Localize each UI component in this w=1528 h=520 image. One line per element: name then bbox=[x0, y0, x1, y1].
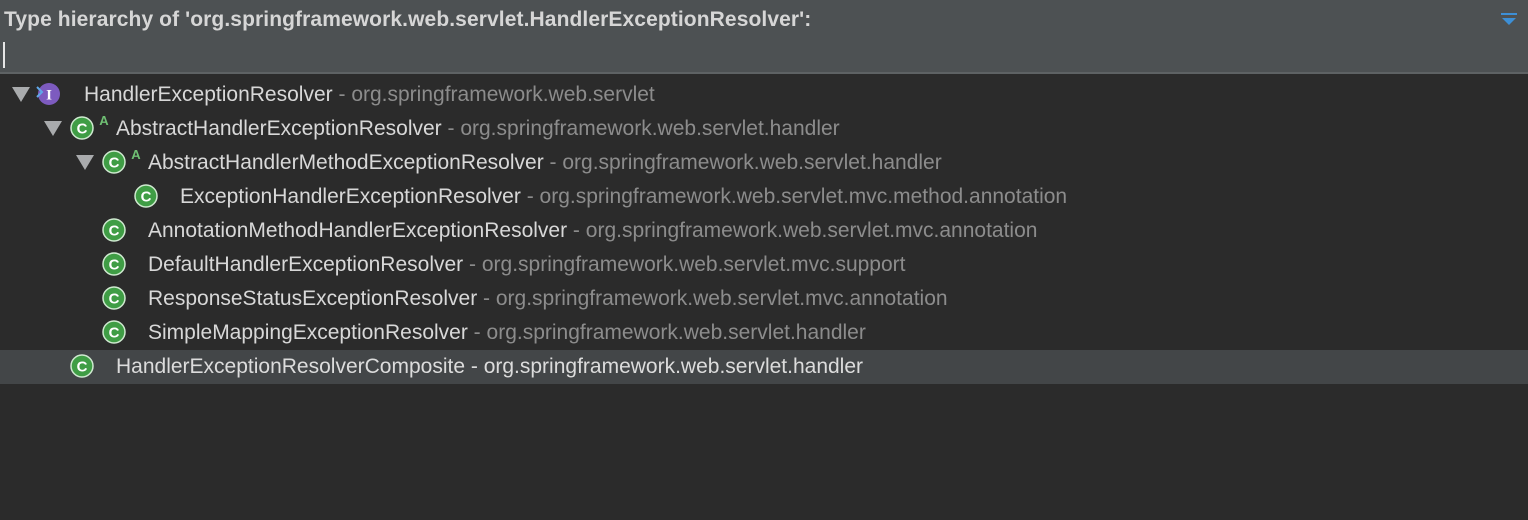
svg-text:C: C bbox=[109, 291, 120, 308]
tree-row-response-status-exception-resolver[interactable]: C ResponseStatusExceptionResolver - org.… bbox=[0, 282, 1528, 316]
tree-row-abstract-handler-method-exception-resolver[interactable]: C A AbstractHandlerMethodExceptionResolv… bbox=[0, 146, 1528, 180]
separator: - bbox=[543, 151, 563, 174]
class-name: HandlerExceptionResolver bbox=[84, 83, 333, 106]
package-name: org.springframework.web.servlet.mvc.meth… bbox=[539, 185, 1068, 208]
tree-row-handler-exception-resolver[interactable]: I HandlerExceptionResolver - org.springf… bbox=[0, 78, 1528, 112]
separator: - bbox=[465, 355, 484, 378]
tree-row-label: HandlerExceptionResolverComposite - org.… bbox=[116, 354, 863, 380]
svg-text:A: A bbox=[99, 113, 109, 128]
class-name: DefaultHandlerExceptionResolver bbox=[148, 253, 464, 276]
search-input[interactable] bbox=[0, 38, 1528, 72]
separator: - bbox=[463, 253, 482, 276]
popup-header: Type hierarchy of 'org.springframework.w… bbox=[0, 0, 1528, 74]
class-name: AnnotationMethodHandlerExceptionResolver bbox=[148, 219, 568, 242]
separator: - bbox=[441, 117, 461, 140]
package-name: org.springframework.web.servlet.mvc.supp… bbox=[481, 253, 906, 276]
text-caret bbox=[3, 42, 5, 68]
popup-title: Type hierarchy of 'org.springframework.w… bbox=[4, 8, 812, 31]
hierarchy-tree[interactable]: I HandlerExceptionResolver - org.springf… bbox=[0, 74, 1528, 384]
tree-row-handler-exception-resolver-composite[interactable]: C HandlerExceptionResolverComposite - or… bbox=[0, 350, 1528, 384]
class-name: ExceptionHandlerExceptionResolver bbox=[180, 185, 521, 208]
class-name: HandlerExceptionResolverComposite bbox=[116, 355, 466, 378]
expand-arrow-icon[interactable] bbox=[44, 121, 62, 136]
tree-row-simple-mapping-exception-resolver[interactable]: C SimpleMappingExceptionResolver - org.s… bbox=[0, 316, 1528, 350]
chevron-down-icon[interactable] bbox=[1500, 12, 1518, 26]
class-icon: C bbox=[102, 252, 126, 276]
svg-text:C: C bbox=[109, 325, 120, 342]
svg-text:C: C bbox=[77, 121, 88, 138]
package-name: org.springframework.web.servlet.handler bbox=[483, 355, 864, 378]
class-icon: C bbox=[70, 116, 94, 140]
separator: - bbox=[332, 83, 352, 106]
expand-arrow-icon[interactable] bbox=[76, 155, 94, 170]
expand-arrow-icon[interactable] bbox=[12, 87, 30, 102]
svg-text:A: A bbox=[131, 147, 141, 162]
class-icon: C bbox=[70, 354, 94, 378]
svg-text:C: C bbox=[141, 189, 152, 206]
package-name: org.springframework.web.servlet.handler bbox=[486, 321, 866, 344]
package-name: org.springframework.web.servlet.handler bbox=[460, 117, 840, 140]
separator: - bbox=[520, 185, 540, 208]
tree-row-label: HandlerExceptionResolver - org.springfra… bbox=[84, 82, 655, 108]
tree-row-exception-handler-exception-resolver[interactable]: C ExceptionHandlerExceptionResolver - or… bbox=[0, 180, 1528, 214]
class-icon: C bbox=[102, 286, 126, 310]
svg-text:C: C bbox=[109, 155, 120, 172]
svg-text:C: C bbox=[109, 257, 120, 274]
class-name: SimpleMappingExceptionResolver bbox=[148, 321, 468, 344]
type-hierarchy-popup: Type hierarchy of 'org.springframework.w… bbox=[0, 0, 1528, 520]
tree-row-default-handler-exception-resolver[interactable]: C DefaultHandlerExceptionResolver - org.… bbox=[0, 248, 1528, 282]
separator: - bbox=[567, 219, 586, 242]
tree-row-label: AbstractHandlerExceptionResolver - org.s… bbox=[116, 116, 840, 142]
package-name: org.springframework.web.servlet bbox=[351, 83, 655, 106]
abstract-badge-icon: A bbox=[97, 112, 111, 128]
tree-row-label: DefaultHandlerExceptionResolver - org.sp… bbox=[148, 252, 906, 278]
interface-icon: I bbox=[36, 83, 60, 105]
class-icon: C bbox=[102, 150, 126, 174]
svg-text:I: I bbox=[46, 88, 52, 104]
svg-text:C: C bbox=[109, 223, 120, 240]
package-name: org.springframework.web.servlet.mvc.anno… bbox=[585, 219, 1038, 242]
class-icon: C bbox=[102, 320, 126, 344]
tree-row-label: AnnotationMethodHandlerExceptionResolver… bbox=[148, 218, 1037, 244]
svg-text:C: C bbox=[77, 359, 88, 376]
tree-row-label: AbstractHandlerMethodExceptionResolver -… bbox=[148, 150, 942, 176]
package-name: org.springframework.web.servlet.mvc.anno… bbox=[495, 287, 948, 310]
tree-row-label: ExceptionHandlerExceptionResolver - org.… bbox=[180, 184, 1067, 210]
abstract-badge-icon: A bbox=[129, 146, 143, 162]
separator: - bbox=[467, 321, 487, 344]
tree-row-abstract-handler-exception-resolver[interactable]: C A AbstractHandlerExceptionResolver - o… bbox=[0, 112, 1528, 146]
class-name: AbstractHandlerExceptionResolver bbox=[116, 117, 442, 140]
tree-row-label: ResponseStatusExceptionResolver - org.sp… bbox=[148, 286, 948, 312]
separator: - bbox=[477, 287, 496, 310]
class-icon: C bbox=[102, 218, 126, 242]
class-icon: C bbox=[134, 184, 158, 208]
tree-row-label: SimpleMappingExceptionResolver - org.spr… bbox=[148, 320, 866, 346]
class-name: ResponseStatusExceptionResolver bbox=[148, 287, 478, 310]
tree-row-annotation-method-handler-exception-resolver[interactable]: C AnnotationMethodHandlerExceptionResolv… bbox=[0, 214, 1528, 248]
class-name: AbstractHandlerMethodExceptionResolver bbox=[148, 151, 544, 174]
package-name: org.springframework.web.servlet.handler bbox=[562, 151, 942, 174]
